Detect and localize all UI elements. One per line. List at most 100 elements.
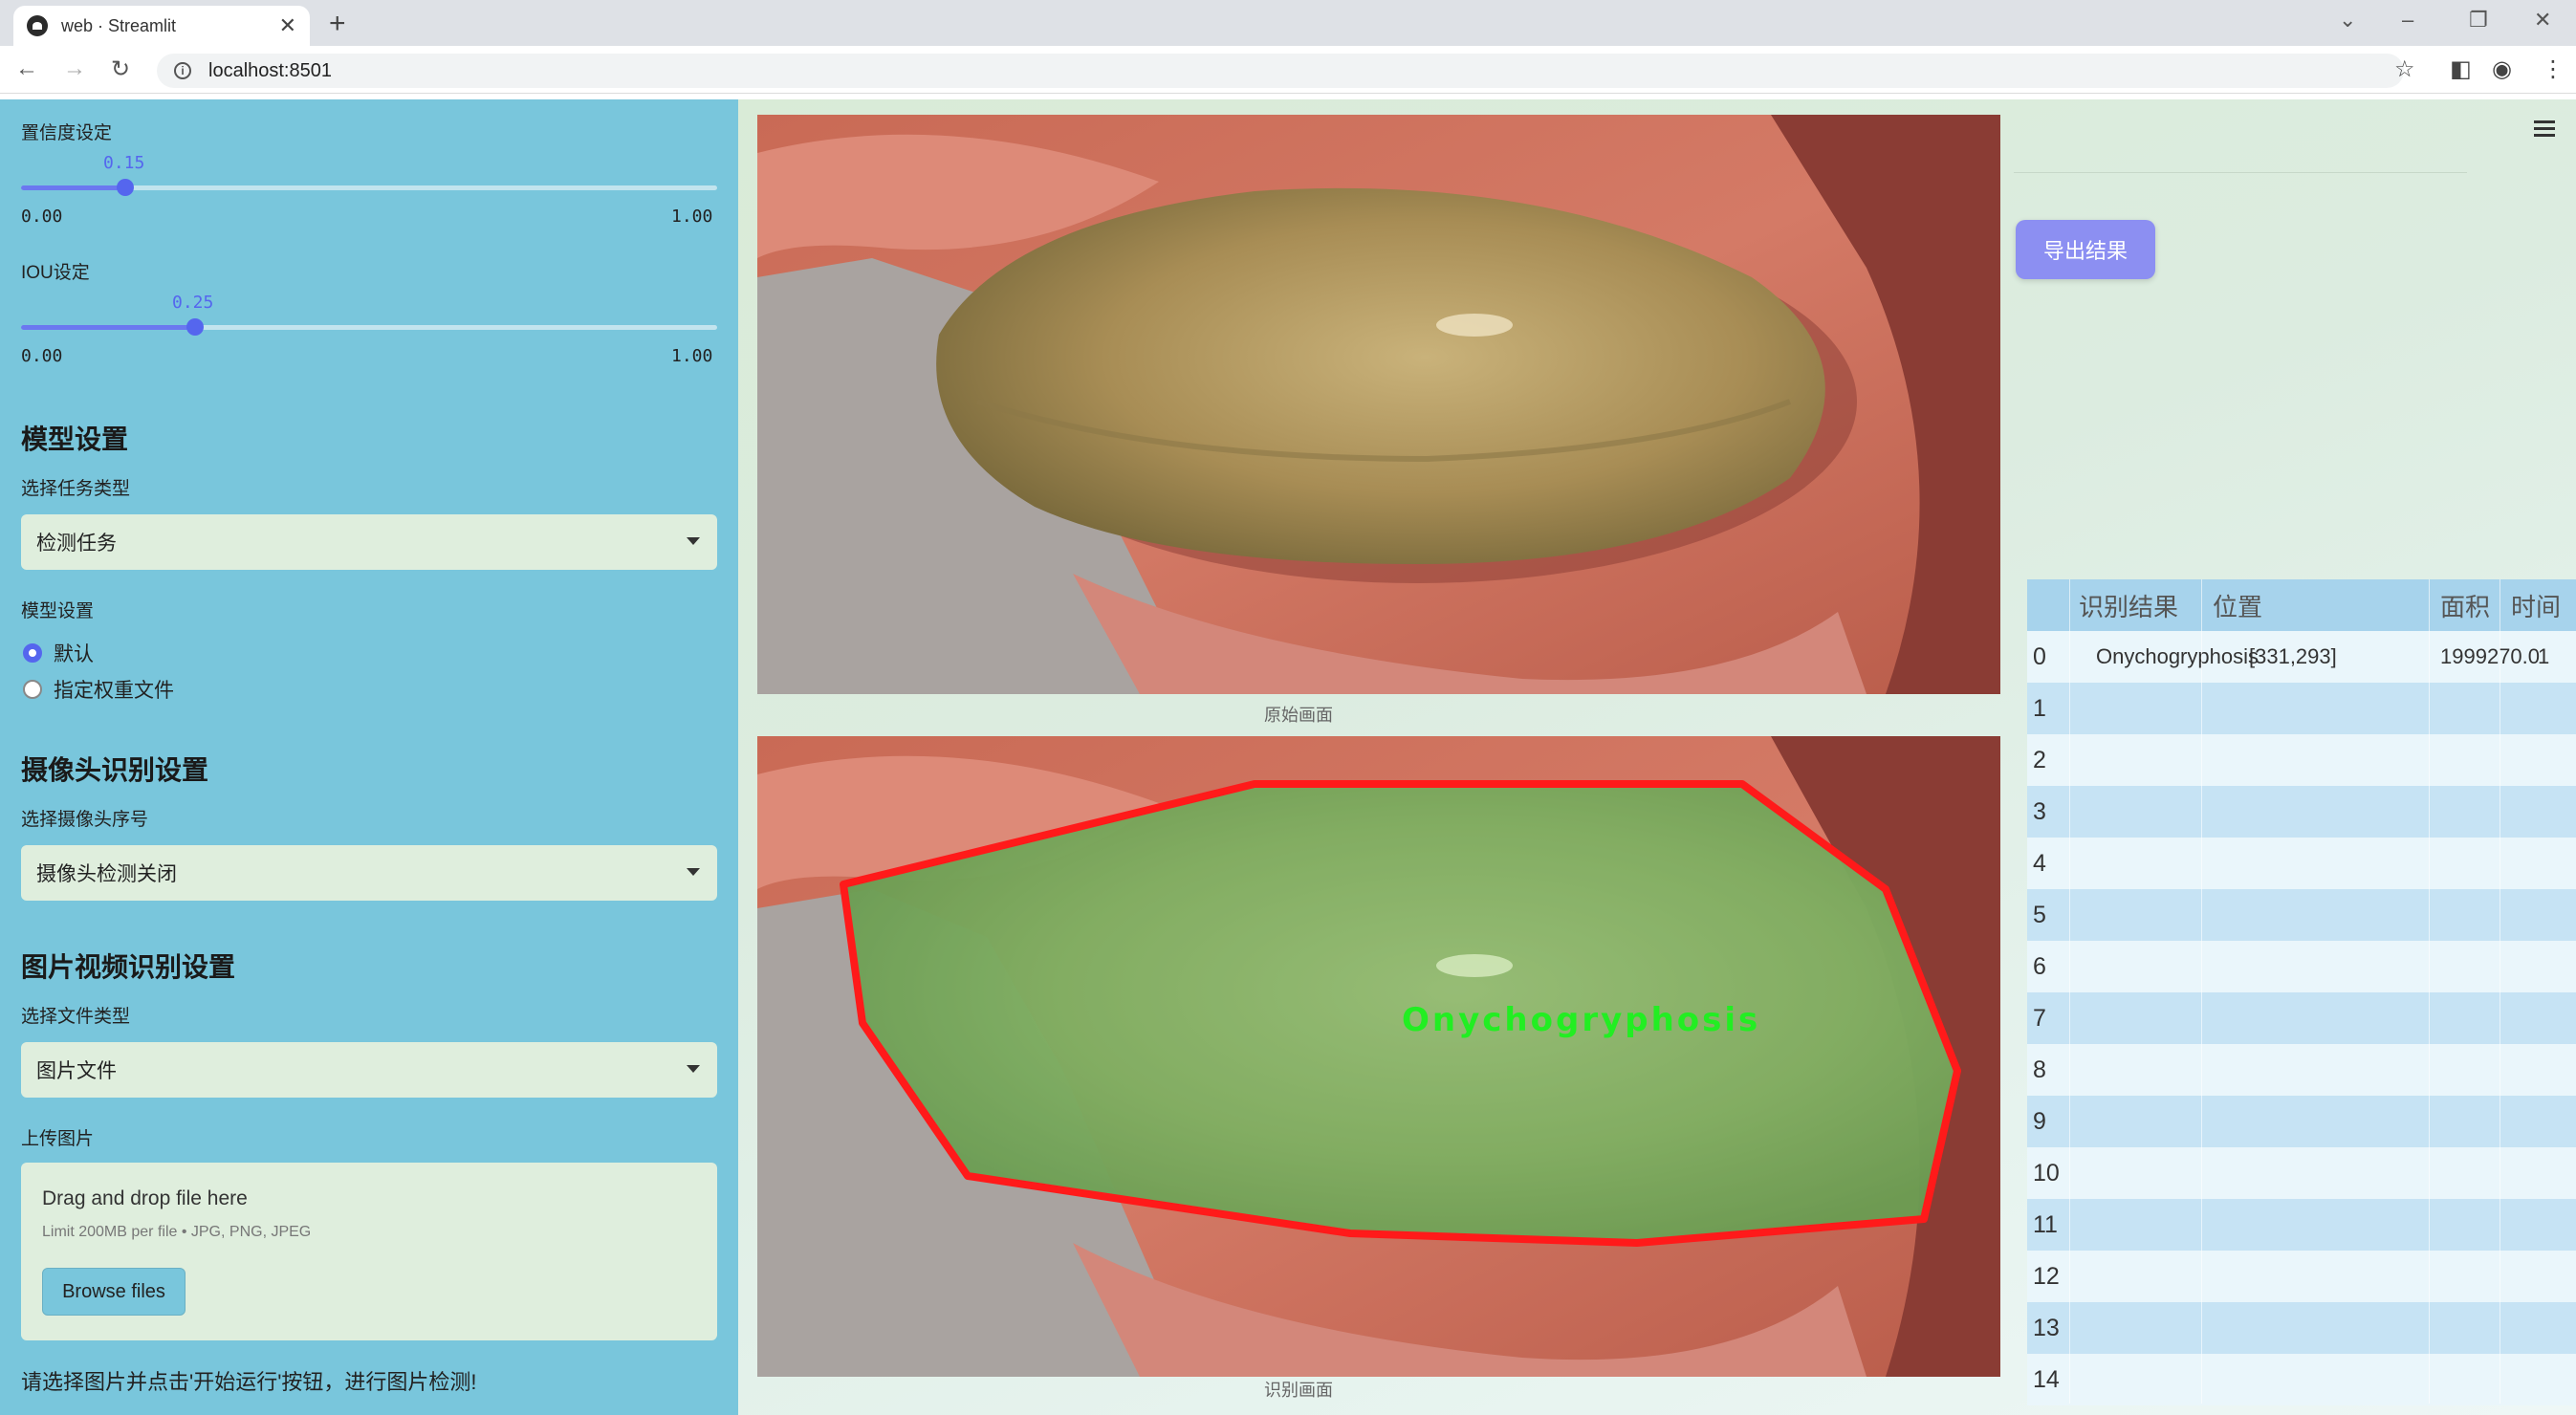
cell-area: 1999270.0: [2440, 644, 2540, 668]
task-type-label: 选择任务类型: [21, 479, 131, 499]
header-time[interactable]: 时间: [2511, 579, 2561, 631]
file-uploader-dropzone[interactable]: Drag and drop file here Limit 200MB per …: [21, 1163, 717, 1340]
table-row[interactable]: 13: [2027, 1302, 2576, 1354]
table-row[interactable]: 4: [2027, 838, 2576, 889]
task-type-select[interactable]: 检测任务: [21, 514, 717, 570]
confidence-label: 置信度设定: [21, 123, 113, 143]
table-row[interactable]: 5: [2027, 889, 2576, 941]
iou-label: IOU设定: [21, 263, 90, 283]
camera-select[interactable]: 摄像头检测关闭: [21, 845, 717, 901]
cell-time: 1: [2538, 644, 2550, 668]
file-type-label: 选择文件类型: [21, 1007, 131, 1027]
streamlit-favicon-icon: [27, 15, 48, 36]
profile-avatar-icon[interactable]: ◉: [2492, 55, 2512, 83]
table-row[interactable]: 11: [2027, 1199, 2576, 1251]
row-index: 4: [2033, 849, 2046, 877]
row-index: 13: [2033, 1314, 2060, 1341]
chevron-down-icon: [687, 1065, 700, 1073]
row-index: 1: [2033, 694, 2046, 722]
row-index: 8: [2033, 1056, 2046, 1083]
close-window-icon[interactable]: ✕: [2534, 8, 2551, 33]
model-settings-label: 模型设置: [21, 601, 95, 621]
task-type-value: 检测任务: [36, 533, 117, 555]
minimize-icon[interactable]: –: [2402, 8, 2413, 33]
site-info-icon[interactable]: i: [174, 62, 191, 79]
tab-title: web · Streamlit: [61, 15, 177, 35]
url-text: localhost:8501: [208, 59, 332, 81]
row-index: 5: [2033, 901, 2046, 928]
table-row[interactable]: 6: [2027, 941, 2576, 992]
main-content: 原始画面 Onychogryphosis 识别画面 导出结果 识别结果 位置 面…: [738, 99, 2576, 1415]
model-radio-custom[interactable]: 指定权重文件: [23, 675, 174, 704]
tab-close-icon[interactable]: ✕: [279, 13, 296, 38]
table-header: 识别结果 位置 面积 时间: [2027, 579, 2576, 631]
table-row[interactable]: 8: [2027, 1044, 2576, 1096]
file-type-select[interactable]: 图片文件: [21, 1042, 717, 1098]
row-index: 0: [2033, 642, 2046, 670]
table-row[interactable]: 14: [2027, 1354, 2576, 1405]
confidence-max: 1.00: [671, 207, 713, 227]
back-icon[interactable]: ←: [15, 55, 38, 82]
header-result[interactable]: 识别结果: [2079, 579, 2178, 631]
confidence-slider-thumb[interactable]: [117, 179, 134, 196]
confidence-slider[interactable]: [21, 179, 717, 196]
table-row[interactable]: 10: [2027, 1147, 2576, 1199]
iou-slider[interactable]: [21, 318, 717, 336]
chevron-down-icon: [687, 537, 700, 545]
camera-section-heading: 摄像头识别设置: [21, 755, 209, 785]
bookmark-star-icon[interactable]: ☆: [2394, 55, 2415, 83]
chevron-down-icon: [687, 868, 700, 876]
result-image-caption: 识别画面: [1264, 1381, 1333, 1400]
row-index: 6: [2033, 952, 2046, 980]
row-index: 10: [2033, 1159, 2060, 1186]
camera-value: 摄像头检测关闭: [36, 863, 177, 885]
restore-icon[interactable]: ❐: [2469, 8, 2488, 33]
url-field[interactable]: i localhost:8501: [157, 54, 2404, 88]
radio-unselected-icon: [23, 680, 42, 699]
tab-search-icon[interactable]: ⌄: [2339, 8, 2356, 33]
table-row[interactable]: 0 Onychogryphosis [331,293] 1999270.0 1: [2027, 631, 2576, 683]
side-panel-icon[interactable]: ◧: [2450, 55, 2472, 83]
camera-label: 选择摄像头序号: [21, 810, 149, 830]
upload-title: Drag and drop file here: [42, 1187, 248, 1209]
iou-slider-thumb[interactable]: [186, 318, 204, 336]
table-row[interactable]: 3: [2027, 786, 2576, 838]
iou-value: 0.25: [172, 293, 214, 313]
model-option-custom: 指定权重文件: [54, 680, 174, 702]
table-row[interactable]: 1: [2027, 683, 2576, 734]
original-image-caption: 原始画面: [1264, 706, 1333, 725]
confidence-value: 0.15: [103, 153, 145, 173]
table-row[interactable]: 12: [2027, 1251, 2576, 1302]
row-index: 12: [2033, 1262, 2060, 1290]
browse-files-button[interactable]: Browse files: [42, 1268, 186, 1316]
model-radio-default[interactable]: 默认: [23, 639, 94, 667]
browser-menu-icon[interactable]: ⋮: [2542, 55, 2565, 83]
original-image: [757, 115, 2000, 694]
sidebar-hint: 请选择图片并点击'开始运行'按钮，进行图片检测!: [21, 1370, 477, 1394]
divider: [2014, 172, 2467, 173]
row-index: 3: [2033, 797, 2046, 825]
export-results-button[interactable]: 导出结果: [2016, 220, 2155, 279]
model-option-default: 默认: [54, 643, 94, 665]
forward-icon[interactable]: →: [63, 55, 86, 82]
header-area[interactable]: 面积: [2440, 579, 2490, 631]
cell-position: [331,293]: [2249, 644, 2337, 668]
reload-icon[interactable]: ↻: [111, 55, 130, 83]
table-row[interactable]: 2: [2027, 734, 2576, 786]
sidebar: 置信度设定 0.15 0.00 1.00 IOU设定 0.25 0.00 1.0…: [0, 99, 738, 1415]
browser-tab[interactable]: web · Streamlit ✕: [13, 6, 310, 46]
iou-slider-fill: [21, 325, 195, 330]
browser-tab-bar: web · Streamlit ✕ + ⌄ – ❐ ✕: [0, 0, 2576, 46]
media-section-heading: 图片视频识别设置: [21, 952, 236, 982]
upload-limit: Limit 200MB per file • JPG, PNG, JPEG: [42, 1224, 312, 1240]
radio-selected-icon: [23, 643, 42, 663]
confidence-slider-fill: [21, 185, 125, 190]
hamburger-menu-icon[interactable]: [2534, 120, 2555, 141]
result-image: Onychogryphosis: [757, 736, 2000, 1377]
new-tab-icon[interactable]: +: [329, 8, 346, 40]
table-row[interactable]: 7: [2027, 992, 2576, 1044]
header-position[interactable]: 位置: [2213, 579, 2262, 631]
model-section-heading: 模型设置: [21, 424, 129, 454]
table-row[interactable]: 9: [2027, 1096, 2576, 1147]
detection-label: Onychogryphosis: [1402, 1001, 1760, 1039]
